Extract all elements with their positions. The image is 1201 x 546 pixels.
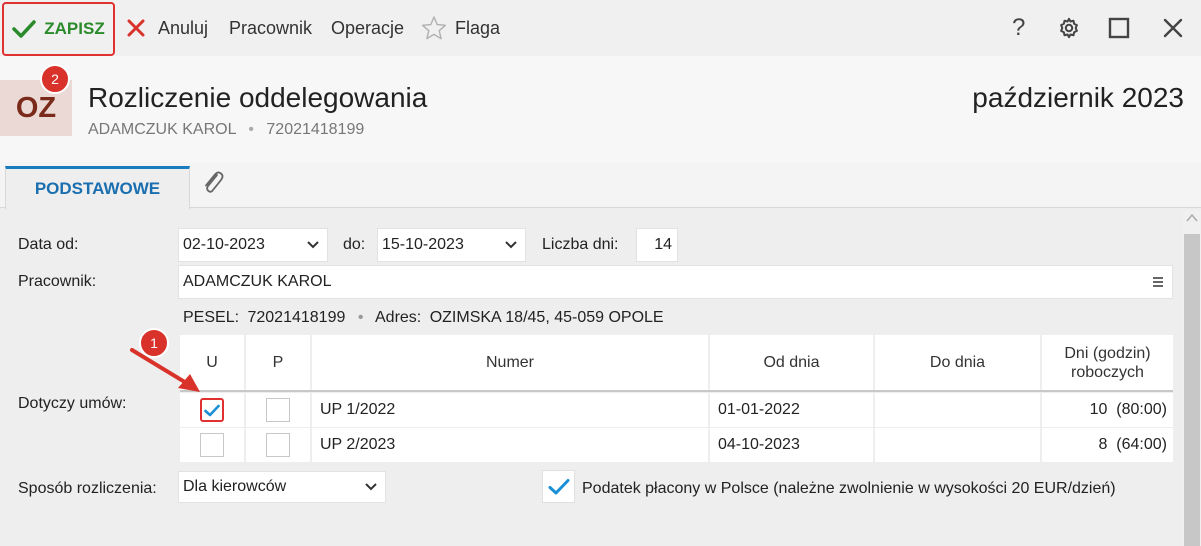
cell-p xyxy=(246,393,310,427)
contracts-table-header: U P Numer Od dnia Do dnia Dni (godzin) r… xyxy=(180,335,1173,390)
date-from-value: 02-10-2023 xyxy=(183,236,265,253)
close-icon xyxy=(127,19,145,37)
col-header-od[interactable]: Od dnia xyxy=(710,335,873,390)
step-badge-1: 1 xyxy=(139,328,169,358)
save-button[interactable]: ZAPISZ xyxy=(2,2,115,56)
paperclip-icon xyxy=(205,171,224,193)
cell-do xyxy=(875,428,1040,462)
col-header-dni[interactable]: Dni (godzin) roboczych xyxy=(1042,335,1173,390)
document-subtitle: ADAMCZUK KAROL • 72021418199 xyxy=(88,121,364,139)
cell-dni: 10 (80:00) xyxy=(1042,393,1173,427)
col-header-dni-line1: Dni (godzin) xyxy=(1064,344,1151,362)
date-to-input[interactable]: 15-10-2023 xyxy=(377,228,526,262)
maximize-icon xyxy=(1108,17,1130,39)
col-header-dni-line2: roboczych xyxy=(1071,363,1144,381)
tax-label: Podatek płacony w Polsce (należne zwolni… xyxy=(582,480,1116,497)
operations-menu-label: Operacje xyxy=(331,17,405,38)
page-title: Rozliczenie oddelegowania xyxy=(88,82,428,113)
employee-menu-button[interactable]: Pracownik xyxy=(229,0,312,56)
scrollbar-thumb[interactable] xyxy=(1184,234,1200,546)
flag-button[interactable]: Flaga xyxy=(421,0,500,56)
address-value: OZIMSKA 18/45, 45-059 OPOLE xyxy=(429,309,664,326)
document-header: OZ 2 Rozliczenie oddelegowania październ… xyxy=(0,56,1201,162)
period-label: październik 2023 xyxy=(972,82,1184,113)
chevron-down-icon xyxy=(505,241,517,249)
date-from-label: Data od: xyxy=(18,236,79,253)
contract-u-checkbox[interactable] xyxy=(200,433,224,457)
settlement-label: Sposób rozliczenia: xyxy=(18,480,157,497)
save-label: ZAPISZ xyxy=(44,19,105,38)
subtitle-separator: • xyxy=(248,121,254,138)
chevron-down-icon xyxy=(307,241,319,249)
employee-menu-label: Pracownik xyxy=(229,17,313,38)
cell-od: 01-01-2022 xyxy=(710,393,873,427)
col-header-numer[interactable]: Numer xyxy=(312,335,708,390)
settlement-value: Dla kierowców xyxy=(183,478,287,495)
table-row[interactable]: UP 1/2022 01-01-2022 10 (80:00) xyxy=(180,393,1173,427)
col-header-p[interactable]: P xyxy=(246,335,310,390)
contract-u-checkbox[interactable] xyxy=(200,398,224,422)
gear-icon xyxy=(1060,17,1078,39)
menu-icon[interactable] xyxy=(1152,276,1164,288)
employee-value: ADAMCZUK KAROL xyxy=(183,273,332,290)
pesel-label: PESEL: xyxy=(183,309,240,326)
date-to-label: do: xyxy=(343,236,366,253)
cancel-button[interactable]: Anuluj xyxy=(126,0,208,56)
check-icon xyxy=(548,478,569,494)
employee-label: Pracownik: xyxy=(18,273,97,290)
cell-p xyxy=(246,428,310,462)
col-header-do[interactable]: Do dnia xyxy=(875,335,1040,390)
employee-input[interactable]: ADAMCZUK KAROL xyxy=(178,265,1173,299)
contract-p-checkbox[interactable] xyxy=(266,433,290,457)
tab-bar: PODSTAWOWE xyxy=(0,162,1201,209)
page: ZAPISZ Anuluj Pracownik Operacje Flaga ? xyxy=(0,0,1201,546)
check-icon xyxy=(12,20,37,38)
cell-dni: 8 (64:00) xyxy=(1042,428,1173,462)
subtitle-pesel: 72021418199 xyxy=(266,121,365,138)
cell-u xyxy=(180,428,244,462)
window-close-button[interactable] xyxy=(1162,0,1184,56)
cell-u xyxy=(180,393,244,427)
address-label: Adres: xyxy=(375,309,422,326)
days-label: Liczba dni: xyxy=(542,236,619,253)
help-button[interactable]: ? xyxy=(1012,0,1025,56)
header-divider xyxy=(180,390,1173,392)
date-to-value: 15-10-2023 xyxy=(382,236,464,253)
star-icon xyxy=(421,16,447,40)
operations-menu-button[interactable]: Operacje xyxy=(331,0,404,56)
step-badge-2: 2 xyxy=(40,64,70,94)
window-close-icon xyxy=(1163,18,1183,38)
cancel-label: Anuluj xyxy=(158,17,209,38)
contracts-label: Dotyczy umów: xyxy=(18,395,127,412)
table-row[interactable]: UP 2/2023 04-10-2023 8 (64:00) xyxy=(180,428,1173,462)
tab-attachments[interactable] xyxy=(198,168,228,203)
days-value: 14 xyxy=(654,236,672,253)
tax-checkbox[interactable] xyxy=(542,470,575,503)
chevron-down-icon xyxy=(365,483,377,491)
date-from-input[interactable]: 02-10-2023 xyxy=(178,228,328,262)
scroll-up-icon[interactable] xyxy=(1186,213,1198,223)
flag-label: Flaga xyxy=(455,17,501,38)
maximize-button[interactable] xyxy=(1108,0,1130,56)
info-bullet: • xyxy=(357,309,364,326)
arrow-icon xyxy=(130,348,200,392)
check-icon xyxy=(204,404,220,416)
help-icon: ? xyxy=(1012,14,1026,41)
settings-button[interactable] xyxy=(1058,0,1080,56)
settlement-select[interactable]: Dla kierowców xyxy=(178,471,386,503)
subtitle-employee: ADAMCZUK KAROL xyxy=(88,121,236,138)
toolbar: ZAPISZ Anuluj Pracownik Operacje Flaga ? xyxy=(0,0,1201,56)
employee-info: PESEL: 72021418199 • Adres: OZIMSKA 18/4… xyxy=(183,309,664,327)
pesel-value: 72021418199 xyxy=(247,309,346,326)
tab-basic[interactable]: PODSTAWOWE xyxy=(5,166,190,209)
days-input[interactable]: 14 xyxy=(636,228,678,262)
cell-numer: UP 1/2022 xyxy=(312,393,708,427)
cell-do xyxy=(875,393,1040,427)
contract-p-checkbox[interactable] xyxy=(266,398,290,422)
cell-numer: UP 2/2023 xyxy=(312,428,708,462)
cell-od: 04-10-2023 xyxy=(710,428,873,462)
